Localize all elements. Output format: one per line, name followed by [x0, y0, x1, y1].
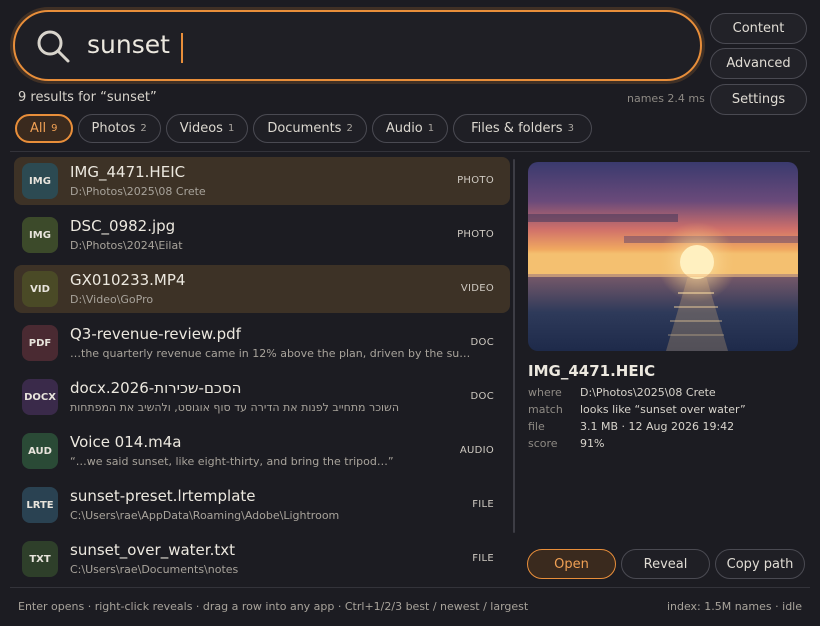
search-timing: names 2.4 ms — [627, 92, 705, 105]
sunset-thumbnail — [528, 162, 798, 351]
result-path: D:\Video\GoPro — [70, 293, 154, 306]
advanced-button[interactable]: Advanced — [710, 48, 807, 79]
search-bar[interactable]: sunset — [13, 10, 702, 81]
result-row[interactable]: IMG IMG_4471.HEIC D:\Photos\2025\08 Cret… — [14, 157, 510, 205]
result-name: Voice 014.m4a — [70, 433, 182, 451]
divider — [10, 587, 810, 588]
result-row[interactable]: DOCX הסכם-שכירות-2026.docx השוכר מתחייב … — [14, 373, 510, 421]
filter-videos[interactable]: Videos 1 — [165, 114, 249, 143]
results-count: 9 results for “sunset” — [18, 90, 157, 105]
filter-all[interactable]: All 9 — [15, 114, 73, 143]
result-name: GX010233.MP4 — [70, 271, 186, 289]
result-row[interactable]: AUD Voice 014.m4a “…we said sunset, like… — [14, 427, 510, 475]
result-kind: PHOTO — [457, 175, 494, 186]
result-snippet: השוכר מתחייב לפנות את הדירה עד סוף אוגוס… — [70, 401, 400, 414]
result-path: C:\Users\rae\AppData\Roaming\Adobe\Light… — [70, 509, 340, 522]
filter-photos[interactable]: Photos 2 — [77, 114, 161, 143]
search-icon — [37, 30, 70, 63]
search-window: sunset Content Advanced Settings 9 resul… — [0, 0, 820, 626]
filter-chips: All 9 Photos 2 Videos 1 Documents 2 Audio 1 F… — [15, 114, 592, 143]
open-button[interactable]: Open — [527, 549, 616, 579]
text-file-icon: TXT — [22, 541, 58, 577]
result-name: sunset-preset.lrtemplate — [70, 487, 256, 505]
preview-title: IMG_4471.HEIC — [528, 362, 656, 380]
result-name: DSC_0982.jpg — [70, 217, 176, 235]
audio-file-icon: AUD — [22, 433, 58, 469]
video-file-icon: VID — [22, 271, 58, 307]
pdf-file-icon: PDF — [22, 325, 58, 361]
result-kind: DOC — [470, 337, 494, 348]
result-path: C:\Users\rae\Documents\notes — [70, 563, 239, 576]
keyboard-hints: Enter opens · right-click reveals · drag… — [18, 600, 529, 613]
reveal-button[interactable]: Reveal — [621, 549, 710, 579]
result-name: הסכם-שכירות-2026.docx — [70, 379, 242, 397]
result-snippet: …the quarterly revenue came in 12% above… — [70, 347, 474, 360]
settings-button[interactable]: Settings — [710, 84, 807, 115]
result-row[interactable]: TXT sunset_over_water.txt C:\Users\rae\D… — [14, 535, 510, 583]
index-status: index: 1.5M names · idle — [666, 600, 802, 613]
result-kind: FILE — [472, 553, 494, 564]
text-caret — [181, 33, 183, 63]
results-scrollbar[interactable] — [513, 159, 515, 533]
result-kind: AUDIO — [459, 445, 494, 456]
result-kind: PHOTO — [457, 229, 494, 240]
result-kind: VIDEO — [460, 283, 494, 294]
preview-image — [528, 162, 798, 351]
result-name: sunset_over_water.txt — [70, 541, 235, 559]
result-row[interactable]: LRTE sunset-preset.lrtemplate C:\Users\r… — [14, 481, 510, 529]
result-name: Q3-revenue-review.pdf — [70, 325, 241, 343]
result-row[interactable]: PDF Q3-revenue-review.pdf …the quarterly… — [14, 319, 510, 367]
image-file-icon: IMG — [22, 217, 58, 253]
result-path: D:\Photos\2025\08 Crete — [70, 185, 206, 198]
copy-path-button[interactable]: Copy path — [715, 549, 805, 579]
content-button[interactable]: Content — [710, 13, 807, 44]
filter-documents[interactable]: Documents 2 — [253, 114, 367, 143]
template-file-icon: LRTE — [22, 487, 58, 523]
result-path: D:\Photos\2024\Eilat — [70, 239, 183, 252]
result-snippet: “…we said sunset, like eight-thirty, and… — [70, 455, 394, 468]
result-row[interactable]: VID GX010233.MP4 D:\Video\GoPro VIDEO — [14, 265, 510, 313]
result-name: IMG_4471.HEIC — [70, 163, 186, 181]
result-kind: FILE — [472, 499, 494, 510]
result-row[interactable]: IMG DSC_0982.jpg D:\Photos\2024\Eilat PH… — [14, 211, 510, 259]
result-kind: DOC — [470, 391, 494, 402]
search-input[interactable]: sunset — [87, 30, 170, 59]
divider — [10, 151, 810, 152]
filter-files-folders[interactable]: Files & folders 3 — [453, 114, 592, 143]
filter-audio[interactable]: Audio 1 — [371, 114, 449, 143]
image-file-icon: IMG — [22, 163, 58, 199]
docx-file-icon: DOCX — [22, 379, 58, 415]
